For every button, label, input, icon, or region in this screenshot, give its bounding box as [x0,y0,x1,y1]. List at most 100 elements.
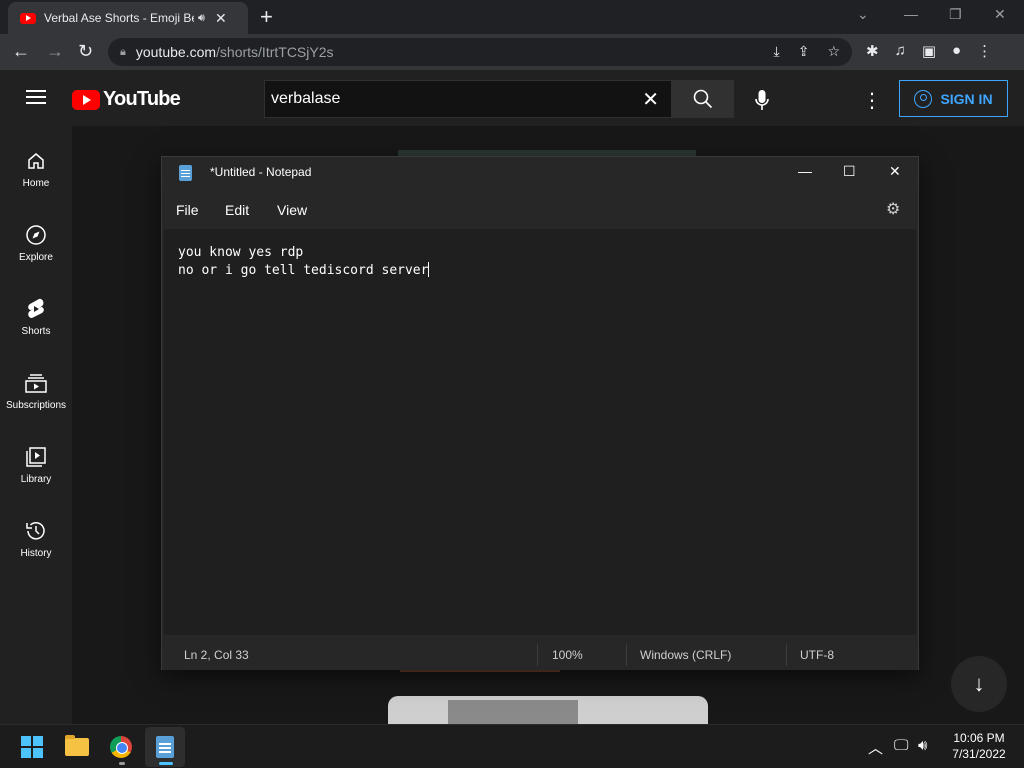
sidebar-item-label: Library [20,474,52,485]
close-browser-button[interactable]: ✕ [994,6,1006,23]
start-button[interactable] [12,727,52,767]
history-icon [26,522,45,540]
file-explorer-button[interactable] [57,727,97,767]
notepad-menu-bar: File Edit View [162,197,918,223]
status-divider [626,644,627,666]
sidebar-item-subscriptions[interactable]: Subscriptions [0,370,72,411]
extensions-icon[interactable]: ✱ [866,42,879,60]
zoom-level: 100% [552,648,583,662]
notepad-text-area[interactable]: you know yes rdp no or i go tell tedisco… [164,229,916,635]
text-caret [428,262,430,277]
status-divider [537,644,538,666]
clock-time: 10:06 PM [953,731,1005,745]
running-indicator [119,762,125,765]
menu-edit[interactable]: Edit [225,202,249,218]
sidebar-item-label: Shorts [21,326,51,337]
chrome-taskbar-button[interactable] [101,727,141,767]
youtube-favicon-icon [20,12,36,24]
search-box: ✕ [264,80,672,118]
status-divider [786,644,787,666]
network-icon[interactable]: 🖵︎ [894,737,908,754]
taskbar: ︿ 🖵︎ 🔊︎ 10:06 PM 7/31/2022 [0,724,1024,768]
url-text: youtube.com/shorts/ItrtTCSjY2s [136,44,334,60]
cursor-position: Ln 2, Col 33 [184,648,249,662]
account-circle-icon [914,89,933,108]
notepad-title: *Untitled - Notepad [210,165,312,179]
sidebar-item-label: Subscriptions [5,400,67,411]
notepad-status-bar: Ln 2, Col 33 100% Windows (CRLF) UTF-8 [162,640,918,670]
home-icon [28,153,44,169]
folder-icon [65,735,89,756]
youtube-logo[interactable]: YouTube [72,88,181,111]
forward-button[interactable]: → [46,41,64,62]
notepad-title-bar[interactable]: *Untitled - Notepad — ☐ ✕ [162,157,918,189]
chevron-up-icon[interactable]: ︿ [868,737,883,758]
sidebar-item-history[interactable]: History [0,518,72,559]
side-panel-icon[interactable]: ▣ [922,42,936,60]
notepad-taskbar-button[interactable] [145,727,185,767]
share-icon[interactable]: ⇪ [798,43,810,60]
compass-icon [26,225,46,245]
lock-icon[interactable]: 🔒︎ [120,46,126,59]
sidebar-item-label: History [20,548,52,559]
sidebar-item-label: Home [22,178,50,189]
chrome-icon [110,736,132,758]
next-short-button[interactable]: ↓ [951,656,1007,712]
sidebar-item-home[interactable]: Home [0,148,72,189]
minimize-notepad-button[interactable]: — [798,163,812,179]
menu-view[interactable]: View [277,202,307,218]
volume-icon[interactable]: 🔊︎ [918,737,927,754]
sidebar-item-explore[interactable]: Explore [0,222,72,263]
clear-search-icon[interactable]: ✕ [642,87,659,112]
encoding: UTF-8 [800,648,834,662]
new-tab-button[interactable]: + [260,4,273,30]
address-bar[interactable]: 🔒︎ youtube.com/shorts/ItrtTCSjY2s ⤓ ⇪ ☆ [108,38,852,66]
close-notepad-button[interactable]: ✕ [889,163,901,180]
search-icon [693,89,713,109]
tab-search-icon[interactable]: ⌄ [857,6,869,23]
media-control-icon[interactable]: ♫ [895,42,906,60]
minimize-browser-button[interactable]: — [904,6,918,22]
active-indicator [159,762,173,765]
text-line: you know yes rdp [178,245,304,260]
search-input[interactable] [271,90,631,108]
settings-menu-icon[interactable]: ⋮ [862,88,882,113]
hamburger-menu-icon[interactable] [26,90,46,104]
youtube-sidebar: Home Explore Shorts Subscriptions Librar… [0,126,72,724]
menu-file[interactable]: File [176,202,199,218]
search-button[interactable] [672,80,734,118]
profile-icon[interactable]: ● [952,42,961,60]
browser-tab[interactable]: Verbal Ase Shorts - Emoji Be... 🔊︎ ✕ [8,2,248,34]
speaker-icon[interactable]: 🔊︎ [198,12,205,25]
restore-browser-button[interactable]: ❐ [949,6,962,23]
subscriptions-icon [25,374,47,393]
url-path: /shorts/ItrtTCSjY2s [216,44,334,60]
system-clock[interactable]: 10:06 PM 7/31/2022 [946,730,1012,762]
next-short-thumbnail[interactable] [388,696,708,724]
voice-search-button[interactable] [742,82,782,118]
youtube-header: YouTube ✕ ⋮ SIGN IN [0,70,1024,126]
maximize-notepad-button[interactable]: ☐ [843,163,856,180]
browser-toolbar: ← → ↻ 🔒︎ youtube.com/shorts/ItrtTCSjY2s … [0,34,1024,70]
back-button[interactable]: ← [12,41,30,62]
library-icon [26,447,46,467]
install-app-icon[interactable]: ⤓ [774,43,780,60]
bookmark-star-icon[interactable]: ☆ [827,43,840,60]
url-host: youtube.com [135,44,217,60]
gear-icon[interactable]: ⚙︎ [886,199,900,219]
reload-button[interactable]: ↻ [78,41,93,62]
notepad-window: *Untitled - Notepad — ☐ ✕ File Edit View… [161,156,919,670]
browser-tab-strip: Verbal Ase Shorts - Emoji Be... 🔊︎ ✕ + ⌄… [0,0,1024,34]
sidebar-item-library[interactable]: Library [0,444,72,485]
microphone-icon [755,90,769,110]
line-ending: Windows (CRLF) [640,648,732,662]
notepad-app-icon [179,165,192,181]
sign-in-label: SIGN IN [940,90,993,107]
browser-menu-icon[interactable]: ⋮ [977,42,992,60]
sidebar-item-shorts[interactable]: Shorts [0,296,72,337]
sign-in-button[interactable]: SIGN IN [899,80,1008,117]
youtube-play-logo-icon [72,89,100,110]
shorts-icon [28,298,44,318]
clock-date: 7/31/2022 [952,747,1006,761]
tab-close-icon[interactable]: ✕ [215,10,227,27]
